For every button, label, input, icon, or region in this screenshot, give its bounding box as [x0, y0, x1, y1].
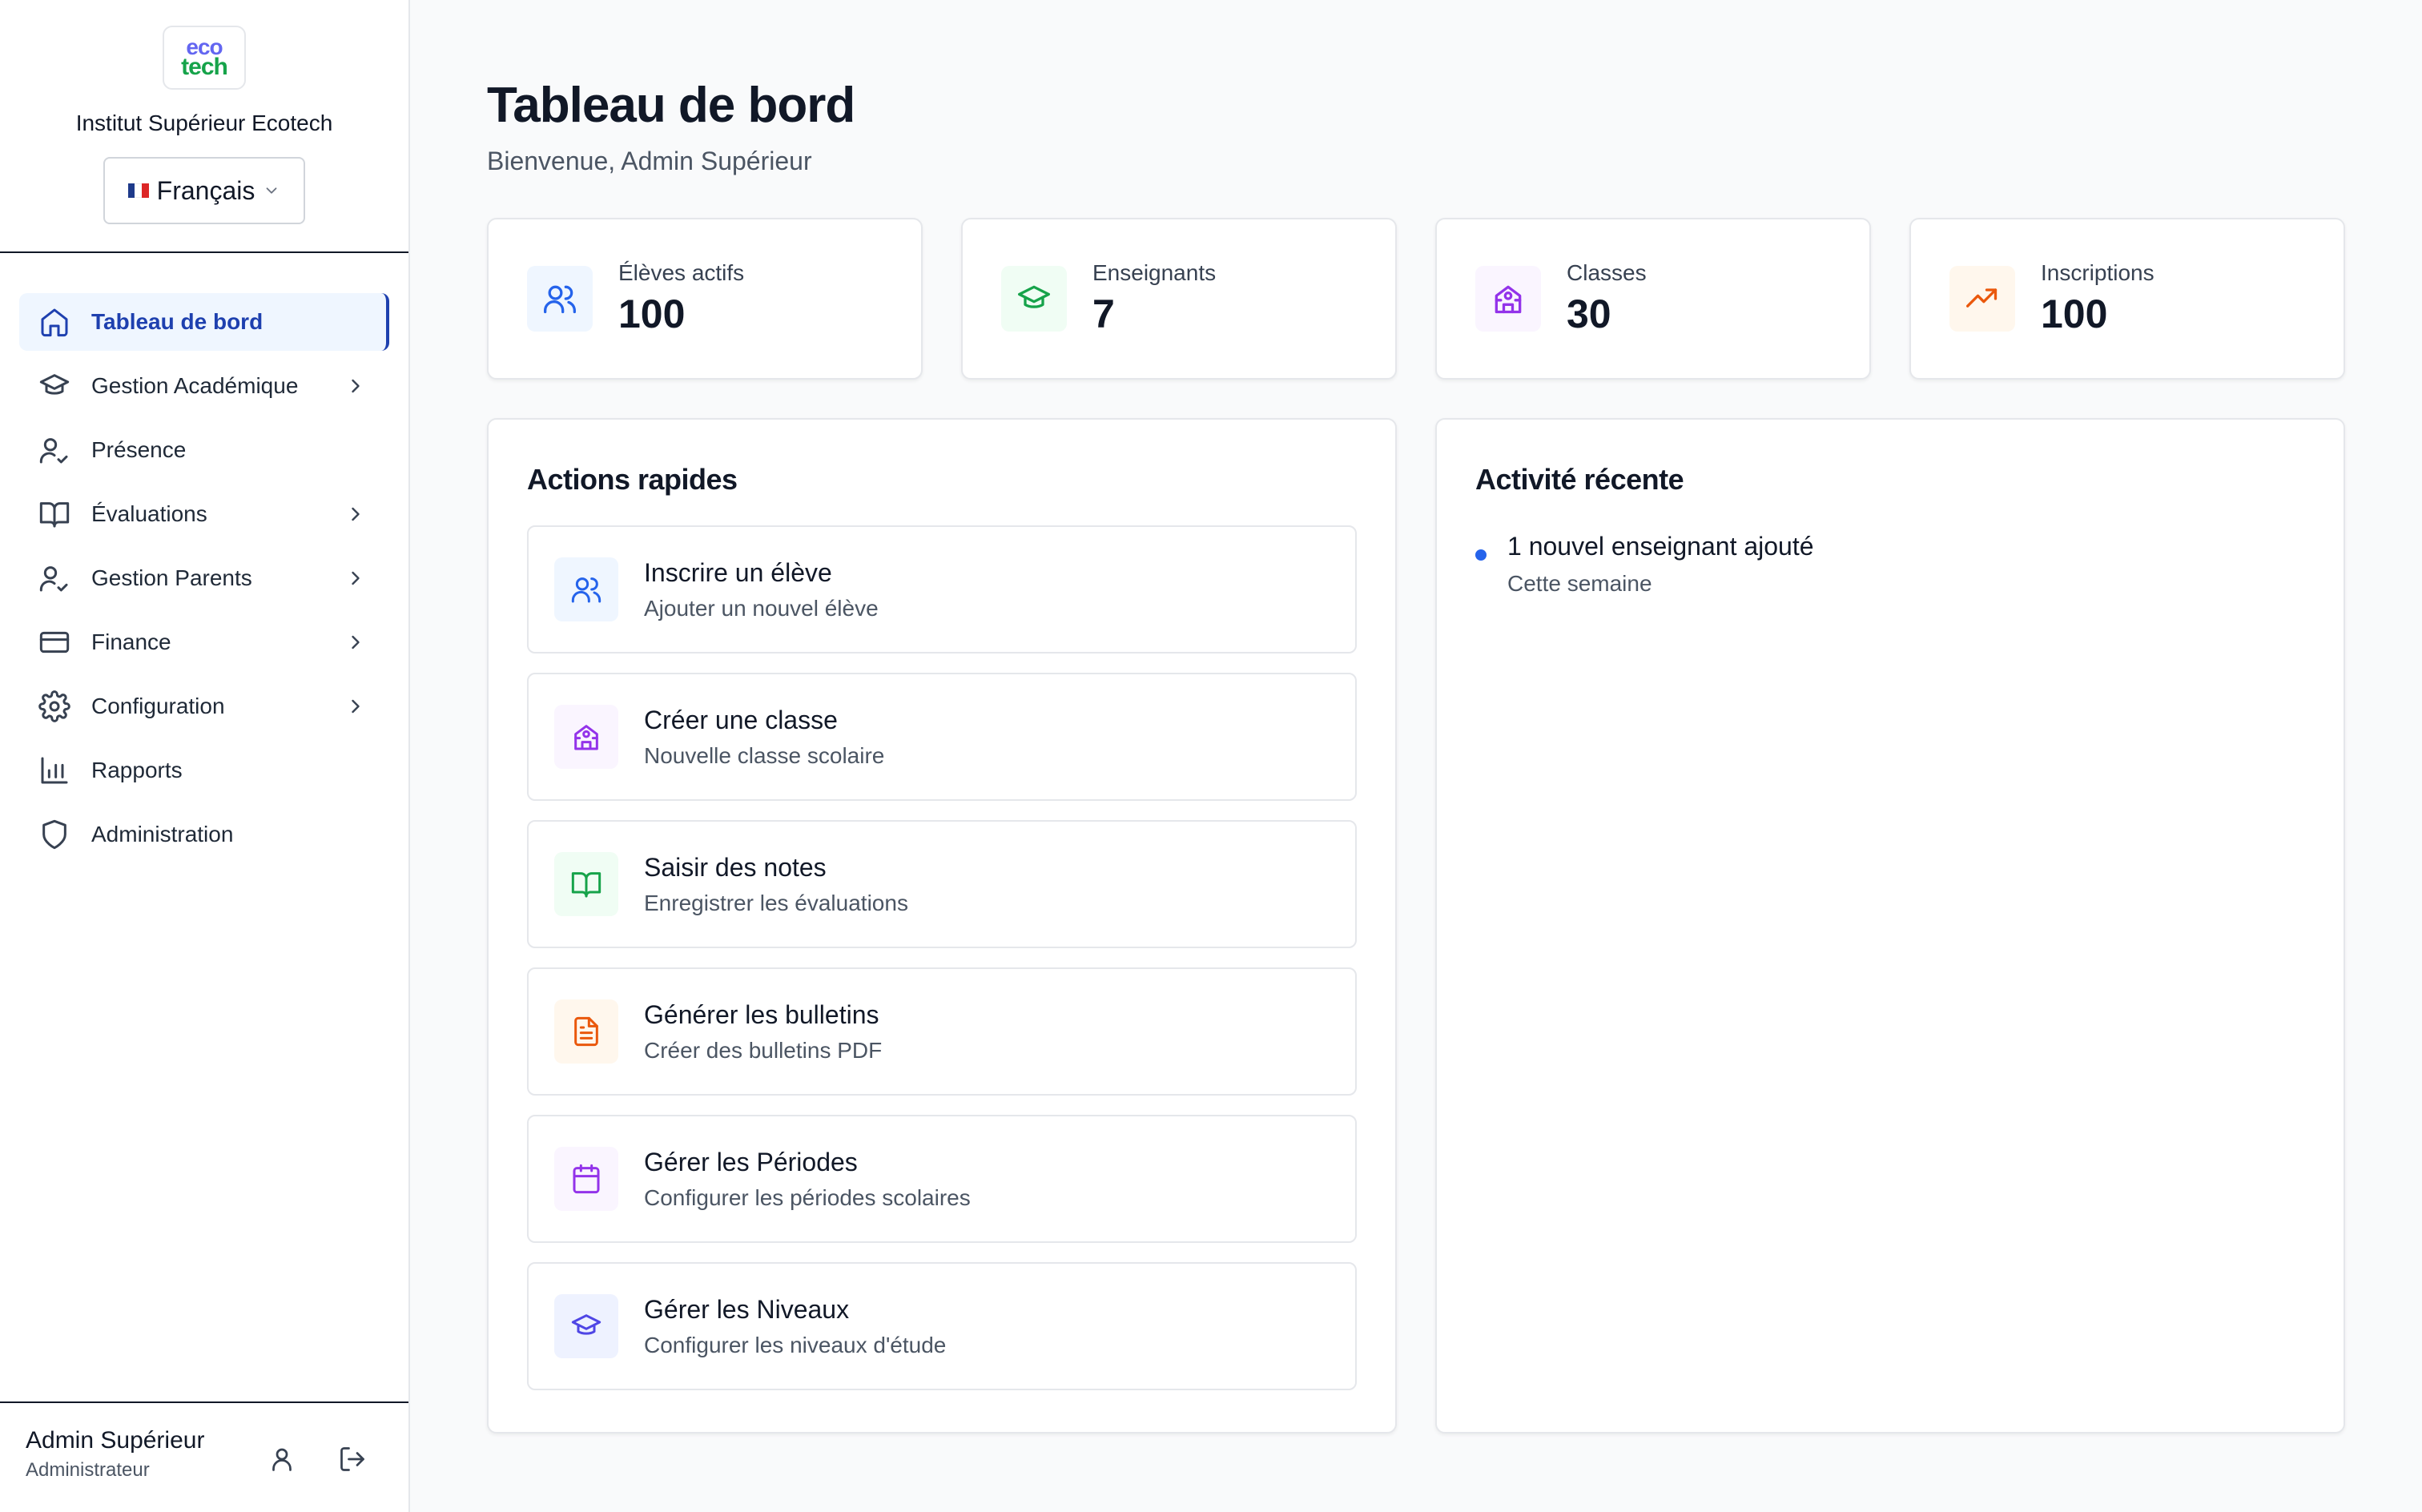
stat-card-inscriptions: Inscriptions 100	[1909, 218, 2345, 380]
credit-card-icon	[39, 631, 70, 653]
activity-item: 1 nouvel enseignant ajouté Cette semaine	[1475, 532, 2305, 597]
users-icon	[554, 557, 618, 621]
page-title: Tableau de bord	[487, 78, 855, 133]
action-gerer-niveaux[interactable]: Gérer les Niveaux Configurer les niveaux…	[527, 1262, 1357, 1390]
sidebar-item-label: Gestion Académique	[91, 373, 299, 398]
action-generer-bulletins[interactable]: Générer les bulletins Créer des bulletin…	[527, 967, 1357, 1096]
stat-card-eleves-actifs: Élèves actifs 100	[487, 218, 923, 380]
recent-activity-panel: Activité récente 1 nouvel enseignant ajo…	[1435, 418, 2345, 1434]
school-icon	[554, 705, 618, 769]
logout-icon[interactable]	[338, 1445, 367, 1474]
chevron-right-icon	[352, 571, 360, 585]
user-check-icon	[39, 438, 68, 464]
stat-label: Inscriptions	[2041, 260, 2154, 285]
language-select[interactable]: Français	[103, 157, 305, 224]
school-logo: eco tech	[163, 26, 246, 90]
user-actions	[268, 1445, 367, 1474]
sidebar-item-label: Évaluations	[91, 501, 207, 526]
action-description: Configurer les périodes scolaires	[644, 1184, 971, 1210]
stat-card-enseignants: Enseignants 7	[961, 218, 1397, 380]
quick-actions-title: Actions rapides	[527, 463, 738, 496]
welcome-subtitle: Bienvenue, Admin Supérieur	[487, 147, 812, 175]
graduation-cap-icon	[39, 374, 70, 395]
sidebar-item-label: Configuration	[91, 694, 225, 718]
brand-header: eco tech Institut Supérieur Ecotech Fran…	[0, 0, 408, 253]
stats-row: Élèves actifs 100 Enseignants 7 Classes …	[487, 218, 2345, 380]
sidebar-item-presence[interactable]: Présence	[19, 421, 389, 479]
calendar-icon	[554, 1147, 618, 1211]
graduation-cap-icon	[1001, 266, 1067, 332]
stat-card-classes: Classes 30	[1435, 218, 1871, 380]
sidebar-item-label: Finance	[91, 629, 171, 654]
action-inscrire-eleve[interactable]: Inscrire un élève Ajouter un nouvel élèv…	[527, 525, 1357, 653]
users-icon	[527, 266, 593, 332]
sidebar-item-finance[interactable]: Finance	[19, 613, 389, 671]
action-description: Ajouter un nouvel élève	[644, 595, 879, 621]
sidebar-item-tableau-de-bord[interactable]: Tableau de bord	[19, 293, 389, 351]
sidebar: eco tech Institut Supérieur Ecotech Fran…	[0, 0, 410, 1512]
chevron-right-icon	[352, 507, 360, 521]
language-label: Français	[156, 175, 255, 205]
user-profile-icon[interactable]	[268, 1445, 296, 1474]
chevron-down-icon	[266, 187, 277, 194]
action-title: Créer une classe	[644, 705, 838, 734]
action-title: Inscrire un élève	[644, 557, 832, 587]
action-description: Configurer les niveaux d'étude	[644, 1332, 947, 1357]
main-content: Tableau de bord Bienvenue, Admin Supérie…	[487, 0, 2345, 1434]
stat-value: 30	[1567, 292, 1611, 336]
sidebar-item-label: Gestion Parents	[91, 565, 252, 590]
quick-actions-panel: Actions rapides Inscrire un élève Ajoute…	[487, 418, 1397, 1434]
sidebar-nav: Tableau de bord Gestion Académique Prése…	[0, 253, 408, 863]
gear-icon	[38, 690, 70, 722]
chevron-right-icon	[352, 379, 360, 393]
home-icon	[41, 308, 68, 337]
sidebar-item-label: Administration	[91, 822, 234, 846]
sidebar-item-label: Rapports	[91, 758, 183, 782]
sidebar-item-label: Présence	[91, 437, 187, 462]
chevron-right-icon	[352, 699, 360, 714]
activity-dot-icon	[1475, 549, 1487, 561]
action-saisir-notes[interactable]: Saisir des notes Enregistrer les évaluat…	[527, 820, 1357, 948]
action-description: Enregistrer les évaluations	[644, 890, 908, 915]
sidebar-item-configuration[interactable]: Configuration	[19, 678, 389, 735]
action-title: Générer les bulletins	[644, 999, 879, 1029]
file-text-icon	[554, 999, 618, 1064]
book-open-icon	[39, 502, 70, 528]
school-name: Institut Supérieur Ecotech	[75, 111, 333, 135]
sidebar-item-evaluations[interactable]: Évaluations	[19, 485, 389, 543]
action-gerer-periodes[interactable]: Gérer les Périodes Configurer les périod…	[527, 1115, 1357, 1243]
shield-icon	[42, 819, 66, 850]
stat-value: 7	[1092, 292, 1115, 336]
graduation-cap-icon	[554, 1294, 618, 1358]
stat-value: 100	[2041, 292, 2108, 336]
sidebar-item-label: Tableau de bord	[91, 309, 264, 334]
activity-title: 1 nouvel enseignant ajouté	[1507, 532, 1814, 561]
sidebar-item-gestion-parents[interactable]: Gestion Parents	[19, 549, 389, 607]
user-check-icon	[39, 566, 68, 592]
action-title: Gérer les Niveaux	[644, 1294, 850, 1324]
stat-label: Élèves actifs	[618, 260, 745, 285]
stat-value: 100	[618, 292, 686, 336]
sidebar-item-rapports[interactable]: Rapports	[19, 742, 389, 799]
quick-actions-list: Inscrire un élève Ajouter un nouvel élèv…	[527, 525, 1357, 1390]
action-title: Saisir des notes	[644, 852, 827, 882]
activity-time: Cette semaine	[1507, 571, 1652, 596]
stat-label: Enseignants	[1092, 260, 1217, 285]
user-panel: Admin Supérieur Administrateur	[0, 1401, 408, 1512]
action-description: Créer des bulletins PDF	[644, 1037, 883, 1063]
book-open-icon	[554, 852, 618, 916]
action-description: Nouvelle classe scolaire	[644, 742, 885, 768]
chevron-right-icon	[352, 635, 360, 649]
action-creer-classe[interactable]: Créer une classe Nouvelle classe scolair…	[527, 673, 1357, 801]
sidebar-item-gestion-academique[interactable]: Gestion Académique	[19, 357, 389, 415]
school-icon	[1475, 266, 1541, 332]
bar-chart-icon	[41, 757, 68, 784]
action-title: Gérer les Périodes	[644, 1147, 858, 1176]
logo-text-bottom: tech	[181, 54, 228, 80]
recent-activity-title: Activité récente	[1475, 463, 1684, 496]
stat-label: Classes	[1567, 260, 1647, 285]
french-flag-icon	[127, 183, 149, 198]
sidebar-item-administration[interactable]: Administration	[19, 806, 389, 863]
trending-up-icon	[1949, 266, 2015, 332]
